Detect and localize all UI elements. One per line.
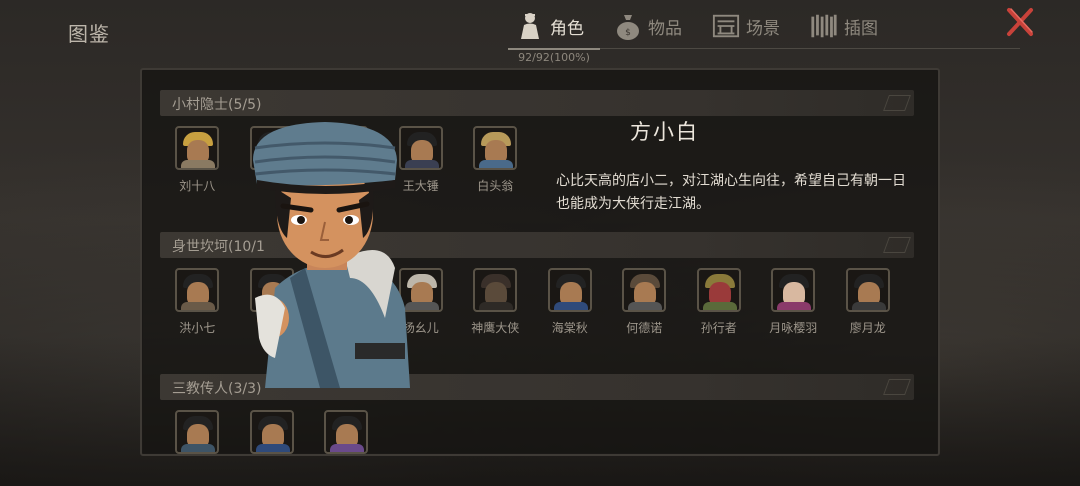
character-card[interactable]: 神鹰大侠	[458, 268, 533, 336]
character-portrait	[845, 268, 890, 312]
featured-character-name: 方小白	[630, 120, 699, 144]
character-name: 何德诺	[626, 321, 663, 335]
character-card[interactable]: 洪小七	[160, 268, 235, 336]
character-name: 月咏樱羽	[769, 321, 818, 335]
featured-character-description: 心比天高的店小二，对江湖心生向往，希望自己有朝一日也能成为大侠行走江湖。	[556, 173, 906, 212]
character-card[interactable]: 何德诺	[607, 268, 682, 336]
character-card[interactable]: 白头翁	[458, 126, 533, 194]
character-name: 海棠秋	[551, 321, 588, 335]
tab-bar: 角色 $ 物品 场景 插图	[510, 6, 902, 50]
tab-label: 场景	[746, 18, 780, 39]
active-tab-indicator	[508, 48, 600, 50]
svg-text:$: $	[625, 28, 631, 38]
tab-label: 插图	[844, 18, 878, 39]
character-card[interactable]: 月咏樱羽	[756, 268, 831, 336]
character-portrait	[622, 268, 667, 312]
page-title: 图鉴	[68, 22, 110, 46]
character-portrait	[473, 126, 518, 170]
tab-label: 物品	[648, 18, 682, 39]
collection-progress: 92/92(100%)	[518, 51, 590, 64]
character-name: 洪小七	[179, 321, 216, 335]
character-card[interactable]	[160, 410, 235, 454]
featured-character-sprite	[245, 118, 415, 388]
character-portrait	[324, 410, 369, 454]
group-title: 小村隐士(5/5)	[172, 97, 262, 113]
character-portrait	[175, 410, 220, 454]
group-header: 小村隐士(5/5)	[160, 90, 914, 116]
character-card[interactable]: 孙行者	[682, 268, 757, 336]
character-card[interactable]: 廖月龙	[831, 268, 906, 336]
character-portrait	[175, 126, 220, 170]
bag-icon: $	[614, 12, 642, 40]
decorative-ornament	[883, 95, 911, 111]
character-name: 刘十八	[179, 179, 216, 193]
character-icon	[516, 12, 544, 40]
close-icon	[1007, 8, 1033, 36]
character-name: 白头翁	[477, 179, 514, 193]
illustration-icon	[810, 12, 838, 40]
decorative-ornament	[883, 237, 911, 253]
character-name: 孙行者	[700, 321, 737, 335]
scene-icon	[712, 12, 740, 40]
character-portrait	[175, 268, 220, 312]
tab-label: 角色	[550, 18, 584, 39]
character-row	[160, 410, 384, 454]
decorative-ornament	[883, 379, 911, 395]
character-card[interactable]	[235, 410, 310, 454]
header-divider	[600, 48, 1020, 49]
tab-items[interactable]: $ 物品	[608, 6, 706, 46]
character-card[interactable]	[309, 410, 384, 454]
character-portrait	[696, 268, 741, 312]
character-card[interactable]: 海棠秋	[533, 268, 608, 336]
character-portrait	[249, 410, 294, 454]
character-card[interactable]: 刘十八	[160, 126, 235, 194]
character-name: 神鹰大侠	[471, 321, 520, 335]
character-portrait	[771, 268, 816, 312]
character-portrait	[547, 268, 592, 312]
character-name: 廖月龙	[849, 321, 886, 335]
tab-scenes[interactable]: 场景	[706, 6, 804, 46]
character-portrait	[473, 268, 518, 312]
tab-characters[interactable]: 角色	[510, 6, 608, 46]
tab-illustrations[interactable]: 插图	[804, 6, 902, 46]
close-button[interactable]	[1004, 6, 1036, 38]
